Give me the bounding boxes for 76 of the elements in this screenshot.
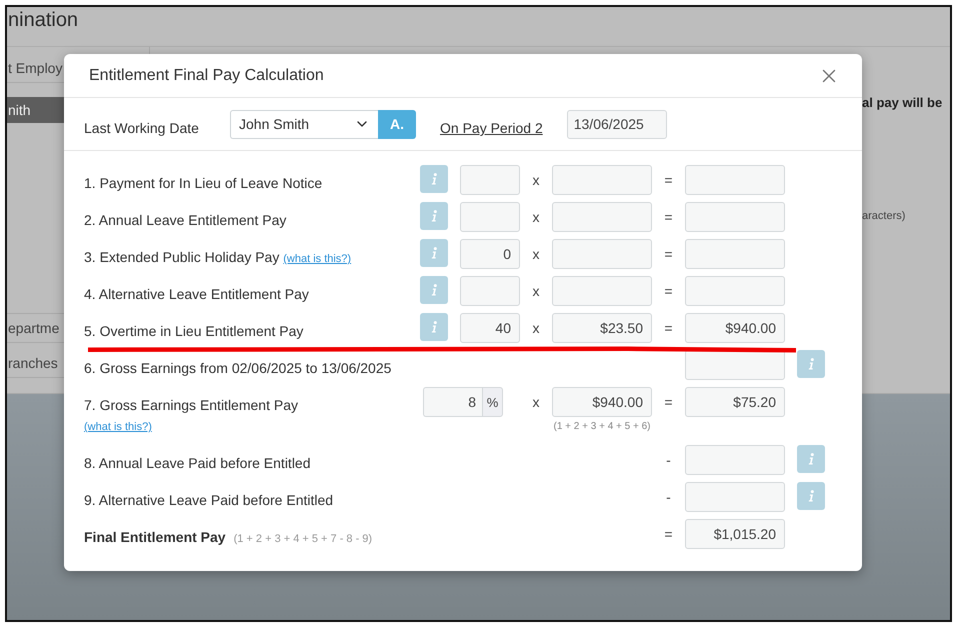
info-button[interactable] — [797, 350, 825, 378]
operator: x — [532, 319, 540, 336]
formula-note: (1 + 2 + 3 + 4 + 5 + 7 - 8 - 9) — [234, 533, 372, 545]
help-link[interactable]: (what is this?) — [84, 421, 152, 433]
info-button[interactable] — [420, 239, 448, 267]
input-field[interactable]: 40 — [460, 313, 520, 343]
info-button[interactable] — [420, 313, 448, 341]
input-field[interactable]: $1,015.20 — [685, 519, 785, 549]
input-field[interactable] — [685, 482, 785, 512]
input-field[interactable] — [460, 165, 520, 195]
info-button[interactable] — [420, 276, 448, 304]
info-button[interactable] — [797, 482, 825, 510]
input-field[interactable] — [685, 239, 785, 269]
info-button[interactable] — [420, 165, 448, 193]
operator: x — [532, 245, 540, 262]
input-field[interactable]: $940.00 — [552, 387, 652, 417]
info-button[interactable] — [797, 445, 825, 473]
operator: x — [532, 208, 540, 225]
input-field[interactable]: $940.00 — [685, 313, 785, 343]
percent-field[interactable]: 8 — [423, 387, 482, 417]
info-icon — [431, 284, 437, 296]
formula-note: (1 + 2 + 3 + 4 + 5 + 6) — [553, 421, 650, 432]
input-field[interactable] — [685, 445, 785, 475]
pay-period-link[interactable]: On Pay Period 2 — [440, 120, 543, 136]
help-link[interactable]: (what is this?) — [283, 253, 352, 265]
input-field[interactable] — [460, 202, 520, 232]
input-field[interactable] — [552, 202, 652, 232]
operator: - — [666, 488, 671, 505]
row-label: 8. Annual Leave Paid before Entitled — [84, 454, 312, 473]
operator: = — [664, 282, 673, 299]
row-label: 9. Alternative Leave Paid before Entitled — [84, 491, 334, 510]
input-field[interactable]: 0 — [460, 239, 520, 269]
input-field[interactable] — [685, 350, 785, 380]
input-field[interactable]: $23.50 — [552, 313, 652, 343]
input-field[interactable]: $75.20 — [685, 387, 785, 417]
info-icon — [808, 490, 814, 502]
input-field[interactable] — [552, 165, 652, 195]
row-label: 1. Payment for In Lieu of Leave Notice — [84, 174, 324, 193]
input-field[interactable] — [685, 276, 785, 306]
info-icon — [431, 247, 437, 259]
date-field[interactable]: 13/06/2025 — [566, 110, 667, 138]
total-label: Final Entitlement Pay — [84, 529, 226, 545]
info-icon — [431, 321, 437, 333]
employee-select[interactable]: John Smith — [230, 110, 378, 138]
row-label: 3. Extended Public Holiday Pay (what is this?) — [84, 248, 352, 267]
row-label: 5. Overtime in Lieu Entitlement Pay — [84, 322, 304, 341]
row-label: 6. Gross Earnings from 02/06/2025 to 13/06/2025 — [84, 359, 392, 378]
input-field[interactable] — [685, 165, 785, 195]
field-label: Last Working Date — [84, 120, 200, 136]
operator: = — [664, 245, 673, 262]
row-label: 7. Gross Earnings Entitlement Pay (what is this?) — [84, 396, 299, 435]
operator: = — [664, 525, 673, 542]
operator: = — [664, 319, 673, 336]
info-icon — [808, 358, 814, 370]
info-button[interactable] — [420, 202, 448, 230]
row-label: 2. Annual Leave Entitlement Pay — [84, 211, 288, 230]
dialog-title: Entitlement Final Pay Calculation — [89, 66, 324, 84]
operator: x — [532, 282, 540, 299]
background-text: al pay will be — [862, 95, 944, 110]
background-text: aracters) — [862, 210, 906, 222]
operator: = — [664, 393, 673, 410]
info-icon — [431, 210, 437, 222]
operator: = — [664, 208, 673, 225]
row-label: 4. Alternative Leave Entitlement Pay — [84, 285, 310, 304]
operator: x — [532, 171, 540, 188]
input-field[interactable] — [552, 276, 652, 306]
operator: = — [664, 171, 673, 188]
operator: - — [666, 451, 671, 468]
input-field[interactable] — [685, 202, 785, 232]
input-field[interactable] — [552, 239, 652, 269]
input-field[interactable] — [460, 276, 520, 306]
info-icon — [808, 453, 814, 465]
unit-label: % — [482, 387, 503, 417]
page-title: nination — [7, 7, 950, 47]
operator: x — [532, 393, 540, 410]
info-icon — [431, 173, 437, 185]
